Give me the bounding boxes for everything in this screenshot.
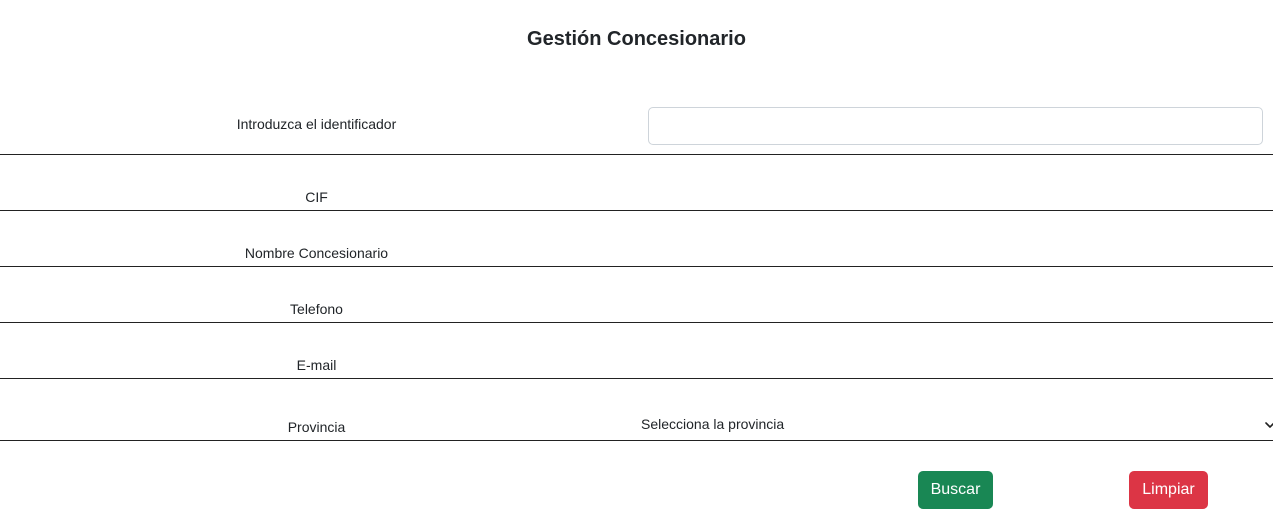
id-label-cell: Introduzca el identificador (0, 99, 633, 154)
provincia-cell: Selecciona la provincia (633, 378, 1273, 440)
email-label: E-mail (296, 356, 337, 373)
nombre-value (633, 210, 1273, 266)
id-label: Introduzca el identificador (236, 115, 397, 132)
nombre-label-cell: Nombre Concesionario (0, 210, 633, 266)
page-root: Gestión Concesionario Introduzca el iden… (0, 0, 1273, 517)
id-input[interactable] (648, 107, 1263, 146)
cif-label: CIF (305, 188, 328, 205)
email-value (633, 322, 1273, 378)
id-value-cell (633, 99, 1273, 154)
form-row-email: E-mail (0, 322, 1273, 378)
cif-value (633, 154, 1273, 210)
limpiar-button[interactable]: Limpiar (1129, 471, 1208, 509)
provincia-label: Provincia (287, 418, 346, 435)
form-row-cif: CIF (0, 154, 1273, 210)
provincia-selected-value: Selecciona la provincia (641, 415, 785, 432)
chevron-down-icon (1264, 418, 1273, 430)
provincia-label-cell: Provincia (0, 378, 633, 440)
concesionario-form: Introduzca el identificador CIF Nombre C… (0, 99, 1273, 441)
form-row-provincia: Provincia Selecciona la provincia (0, 378, 1273, 440)
buscar-button[interactable]: Buscar (918, 471, 993, 509)
provincia-select[interactable]: Selecciona la provincia (637, 408, 1273, 440)
form-row-telefono: Telefono (0, 266, 1273, 322)
form-actions: Buscar Limpiar (0, 471, 1273, 509)
telefono-value (633, 266, 1273, 322)
form-row-id: Introduzca el identificador (0, 99, 1273, 154)
page-title: Gestión Concesionario (527, 28, 746, 50)
telefono-label-cell: Telefono (0, 266, 633, 322)
form-row-nombre: Nombre Concesionario (0, 210, 1273, 266)
cif-label-cell: CIF (0, 154, 633, 210)
nombre-label: Nombre Concesionario (244, 244, 389, 261)
telefono-label: Telefono (290, 300, 343, 317)
email-label-cell: E-mail (0, 322, 633, 378)
